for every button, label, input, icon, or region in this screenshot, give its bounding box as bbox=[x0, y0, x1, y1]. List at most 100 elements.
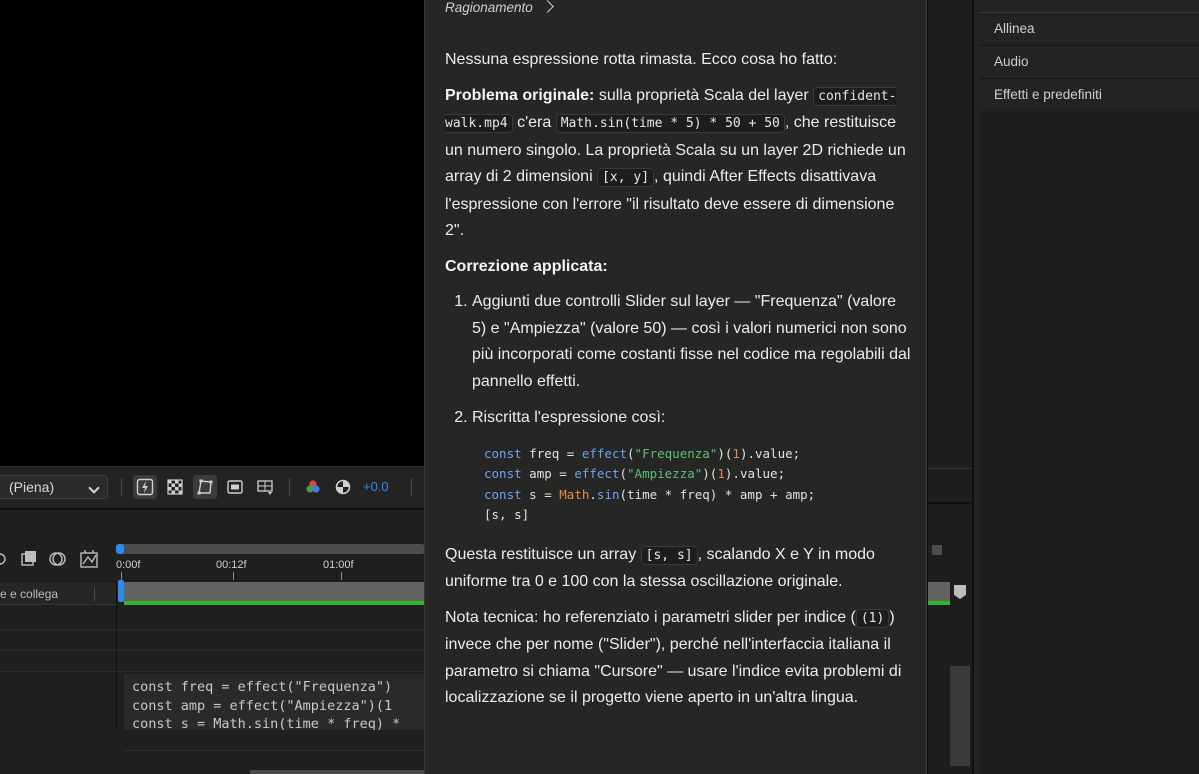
code-token: (time * freq) * amp + amp; bbox=[619, 486, 816, 502]
channels-button[interactable] bbox=[301, 475, 325, 499]
composition-viewer[interactable] bbox=[0, 0, 424, 466]
panel-audio[interactable]: Audio bbox=[980, 46, 1199, 79]
work-area-start-handle[interactable] bbox=[116, 544, 124, 554]
index-code: (1) bbox=[855, 608, 890, 628]
code-token: "Frequenza" bbox=[634, 445, 718, 461]
code-token: const bbox=[484, 445, 522, 461]
panel-effetti-e-predefiniti[interactable]: Effetti e predefiniti bbox=[980, 79, 1199, 112]
assistant-message: Nessuna espressione rotta rimasta. Ecco … bbox=[445, 47, 911, 721]
code-token: value bbox=[739, 466, 778, 481]
code-token: const bbox=[484, 466, 522, 481]
region-of-interest-button[interactable] bbox=[253, 475, 277, 499]
expression-line: const s = Math.sin(time * freq) * bbox=[132, 716, 401, 730]
expression-editor[interactable]: const freq = effect("Frequenza") const a… bbox=[124, 674, 424, 730]
ruler-tick-label: 00:12f bbox=[216, 559, 247, 571]
fast-preview-button[interactable] bbox=[133, 475, 157, 499]
exposure-value[interactable]: +0.0 bbox=[363, 479, 389, 494]
message-intro: Nessuna espressione rotta rimasta. Ecco … bbox=[445, 51, 838, 68]
expression-line: const freq = effect("Frequenza") bbox=[132, 679, 393, 695]
parent-link-label: e e collega bbox=[0, 587, 59, 601]
timeline-scrollbar[interactable] bbox=[250, 770, 424, 774]
chevron-down-icon bbox=[88, 482, 100, 494]
ruler-tick bbox=[341, 572, 342, 580]
checkerboard-icon bbox=[167, 479, 183, 495]
code-token: 1 bbox=[717, 466, 725, 481]
transparency-grid-button[interactable] bbox=[163, 475, 187, 499]
layer-render-bar-end bbox=[928, 601, 950, 605]
ruler-tick bbox=[233, 572, 234, 580]
toolbar-separator bbox=[121, 478, 122, 496]
fix-heading-text: Correzione applicata: bbox=[445, 257, 608, 275]
mask-path-button[interactable] bbox=[193, 475, 217, 499]
code-token: "Ampiezza" bbox=[627, 466, 703, 481]
code-token: s bbox=[529, 486, 537, 502]
fast-preview-icon bbox=[136, 478, 154, 496]
expression-line: const amp = effect("Ampiezza")(1 bbox=[132, 697, 393, 714]
rgb-channels-icon bbox=[306, 480, 320, 493]
timeline-row bbox=[0, 652, 424, 672]
text-run: sulla proprietà Scala del layer bbox=[594, 86, 814, 104]
chevron-right-icon[interactable] bbox=[541, 0, 554, 13]
text-run: Nota tecnica: ho referenziato i parametr… bbox=[445, 608, 856, 626]
layer-column-header: e e collega bbox=[0, 583, 116, 605]
problem-paragraph: Problema originale: sulla proprietà Scal… bbox=[445, 83, 911, 245]
result-paragraph: Questa restituisce un array [s, s], scal… bbox=[445, 542, 911, 596]
frame-blending-icon bbox=[21, 551, 36, 566]
timeline-row bbox=[0, 631, 424, 651]
shy-icon bbox=[0, 553, 6, 565]
timeline-switches bbox=[0, 543, 116, 575]
graph-editor-icon bbox=[80, 550, 98, 568]
reset-exposure-button[interactable] bbox=[331, 475, 355, 499]
panel-allinea[interactable]: Allinea bbox=[980, 13, 1199, 46]
vertical-scrollbar[interactable] bbox=[950, 666, 970, 766]
resolution-select[interactable]: (Piena) bbox=[0, 475, 108, 499]
layer-duration-bar[interactable] bbox=[124, 582, 424, 601]
motion-blur-icon bbox=[49, 552, 66, 566]
ruler-tick-label: 0:00f bbox=[116, 559, 141, 571]
comp-marker-icon[interactable] bbox=[954, 585, 966, 599]
code-token: effect bbox=[581, 445, 628, 461]
list-item: Riscritta l'espressione così: const freq… bbox=[472, 405, 911, 526]
list-item: Aggiunti due controlli Slider sul layer … bbox=[472, 289, 911, 395]
code-token: value bbox=[755, 445, 793, 461]
layer-duration-bar-end[interactable] bbox=[928, 582, 950, 601]
assistant-chat-panel: Ragionamento Nessuna espressione rotta r… bbox=[424, 0, 927, 774]
array-code: [x, y] bbox=[597, 168, 655, 187]
ruler-tick bbox=[121, 572, 122, 580]
code-token: freq bbox=[529, 445, 560, 461]
code-token: effect bbox=[574, 466, 620, 481]
code-token: amp bbox=[529, 466, 552, 481]
timeline-row bbox=[0, 610, 424, 630]
timeline-bottom-rows bbox=[0, 730, 424, 774]
code-token: const bbox=[484, 486, 522, 502]
layer-render-bar bbox=[124, 601, 424, 605]
text-run: Questa restituisce un array bbox=[445, 545, 641, 563]
timeline-right-edge bbox=[927, 0, 972, 774]
toolbar-separator bbox=[289, 478, 290, 496]
ruler-tick-label: 01:00f bbox=[323, 559, 354, 571]
result-array-code: [s, s] bbox=[640, 545, 698, 565]
reasoning-toggle[interactable]: Ragionamento bbox=[445, 0, 533, 15]
frame-icon bbox=[227, 480, 243, 494]
toolbar-separator bbox=[411, 478, 412, 496]
right-panels: Allinea Audio Effetti e predefiniti bbox=[972, 0, 1199, 774]
fix-steps-list: Aggiunti due controlli Slider sul layer … bbox=[445, 289, 911, 526]
work-area-end[interactable] bbox=[932, 545, 942, 555]
work-area-bar[interactable] bbox=[118, 544, 424, 554]
panel-label: Audio bbox=[994, 54, 1029, 69]
exposure-icon bbox=[335, 479, 351, 495]
original-expression-code: Math.sin(time * 5) * 50 + 50 bbox=[555, 114, 785, 133]
technical-note-paragraph: Nota tecnica: ho referenziato i parametr… bbox=[445, 605, 911, 712]
list-item-text: Riscritta l'espressione così: bbox=[472, 409, 666, 426]
code-block[interactable]: const freq = effect("Frequenza")(1).valu… bbox=[484, 444, 911, 526]
code-token: [s, s] bbox=[484, 507, 530, 522]
current-time-indicator[interactable] bbox=[118, 580, 124, 602]
resolution-value: (Piena) bbox=[9, 479, 55, 495]
code-token: sin bbox=[596, 486, 620, 502]
fix-heading: Correzione applicata: bbox=[445, 254, 911, 281]
panel-label: Effetti e predefiniti bbox=[994, 87, 1102, 102]
column-separator bbox=[94, 587, 95, 601]
mask-path-icon bbox=[197, 479, 213, 495]
problem-label: Problema originale: bbox=[445, 86, 595, 104]
safe-margins-button[interactable] bbox=[223, 475, 247, 499]
